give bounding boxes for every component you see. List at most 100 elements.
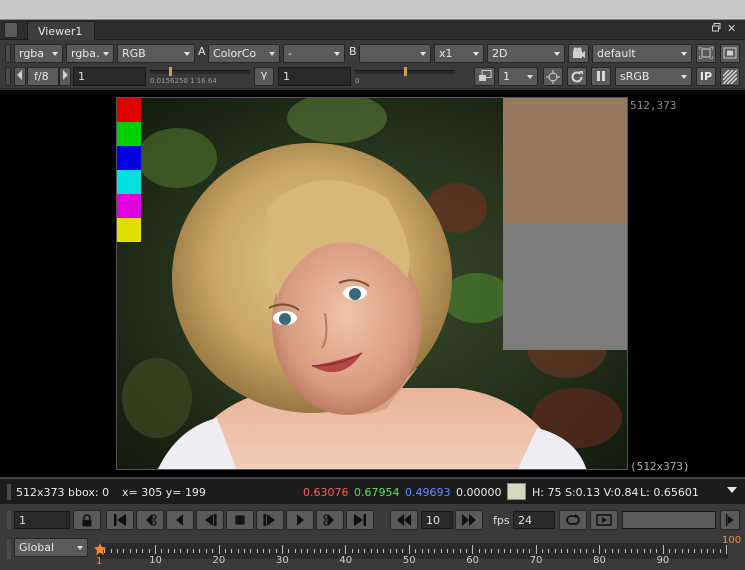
pixel-info-bar: 512x373 bbox: 0 x= 305 y= 199 0.63076 0.… — [0, 478, 745, 504]
previous-frame-icon[interactable] — [166, 510, 194, 530]
toolbar-handle — [5, 44, 11, 63]
fps-label: fps — [493, 514, 510, 527]
lock-range-icon[interactable] — [73, 510, 101, 530]
color-swatch-strip — [117, 98, 141, 242]
pause-icon[interactable] — [591, 67, 611, 86]
timeline-tick — [599, 545, 601, 554]
timeline-tick — [224, 549, 226, 553]
last-frame-icon[interactable] — [346, 510, 374, 530]
timeline-tick — [300, 549, 302, 553]
timeline-tick — [262, 549, 264, 553]
view-mode-dropdown[interactable]: 2D — [487, 44, 565, 63]
timeline-tick — [535, 545, 537, 554]
channels-dropdown[interactable]: rgba — [14, 44, 63, 63]
next-keyframe-icon[interactable] — [316, 510, 344, 530]
timeline-tick — [269, 549, 271, 553]
timeline-tick — [402, 549, 404, 553]
timeline-tick — [231, 549, 233, 553]
timeline-tick — [148, 549, 150, 553]
frame-range-mode-dropdown[interactable]: Global — [14, 538, 88, 557]
timeline-tick — [529, 549, 531, 553]
input-a-dropdown[interactable]: ColorCo — [208, 44, 280, 63]
refresh-icon[interactable] — [567, 67, 587, 86]
stop-icon[interactable] — [226, 510, 254, 530]
gamma-slider[interactable]: 0 — [355, 65, 455, 87]
crosshair-icon[interactable] — [543, 67, 563, 86]
close-icon[interactable]: ✕ — [727, 22, 736, 35]
fstop-decrease-icon[interactable] — [14, 67, 26, 86]
timeline-tick — [186, 549, 188, 553]
timeline-tick — [427, 549, 429, 553]
timeline-tick-label: 50 — [402, 555, 416, 566]
viewer-image[interactable] — [116, 97, 628, 470]
timeline-tick — [700, 549, 702, 553]
timeline-start-label: 1 — [96, 556, 103, 567]
layer-dropdown[interactable]: RGB — [117, 44, 195, 63]
current-frame-input[interactable]: 1 — [14, 511, 70, 529]
timeline-tick — [516, 549, 518, 553]
timeline-tick — [339, 549, 341, 553]
step-back-increment-icon[interactable] — [390, 510, 418, 530]
gamma-input[interactable]: 1 — [278, 67, 351, 86]
timeline-handle — [7, 539, 11, 559]
gain-input[interactable]: 1 — [73, 67, 146, 86]
roi-icon[interactable] — [696, 44, 716, 63]
overlay-panel-bottom — [503, 224, 627, 350]
timeline-tick — [155, 545, 157, 554]
timeline-tick — [288, 549, 290, 553]
input-colorspace-dropdown[interactable]: sRGB — [615, 67, 692, 86]
fstop-increase-icon[interactable] — [59, 67, 71, 86]
input-process-button[interactable]: IP — [696, 67, 716, 86]
step-forward-increment-icon[interactable] — [455, 510, 483, 530]
proxy-icon[interactable] — [474, 67, 495, 86]
play-backward-icon[interactable] — [196, 510, 224, 530]
image-format-label: (512x373) — [630, 460, 690, 473]
fps-input[interactable]: 24 — [513, 511, 555, 529]
proxy-scale-dropdown[interactable]: 1 — [498, 67, 538, 86]
timeline-tick — [472, 545, 474, 554]
viewer-lut-dropdown[interactable]: default — [592, 44, 692, 63]
fstop-display[interactable]: f/8 — [27, 67, 59, 86]
timeline-tick — [294, 549, 296, 553]
timeline-tick — [345, 545, 347, 554]
timeline-tick — [719, 549, 721, 553]
frame-increment-input[interactable]: 10 — [421, 511, 453, 529]
timeline-tick — [687, 549, 689, 553]
loop-mode-icon[interactable] — [559, 510, 587, 530]
zoom-dropdown[interactable]: x1 — [434, 44, 484, 63]
compare-operation-dropdown[interactable]: - — [283, 44, 345, 63]
timeline-bar: Global 10 20 30 40 50 60 70 80 90 1 100 — [0, 535, 745, 570]
timeline-tick — [726, 545, 727, 554]
flipbook-icon[interactable] — [590, 510, 618, 530]
timeline-tick — [250, 549, 252, 553]
pixel-red-value: 0.63076 — [303, 486, 349, 499]
input-b-dropdown[interactable] — [359, 44, 431, 63]
gain-slider[interactable]: 0.0156250 1 16 64 — [150, 65, 250, 87]
timeline-tick — [618, 549, 620, 553]
float-icon[interactable] — [712, 22, 721, 35]
timeline-tick — [142, 549, 144, 553]
timeline-tick — [326, 549, 328, 553]
info-menu-arrow-icon[interactable] — [727, 483, 737, 496]
alpha-channel-dropdown[interactable]: rgba. — [66, 44, 114, 63]
fullscreen-icon[interactable] — [720, 44, 740, 63]
gamma-label: γ — [254, 67, 274, 86]
panel-menu-grip[interactable] — [4, 22, 18, 38]
wipe-icon[interactable] — [720, 67, 740, 86]
input-a-label: A — [198, 45, 206, 58]
viewer-canvas[interactable]: 512,373 (512x373) — [0, 90, 745, 477]
timeline-expand-icon[interactable] — [720, 510, 740, 530]
format-bbox-text: 512x373 bbox: 0 — [16, 486, 110, 499]
pixel-green-value: 0.67954 — [354, 486, 400, 499]
tab-viewer1[interactable]: Viewer1 — [27, 21, 95, 40]
playback-extra-field[interactable] — [622, 511, 716, 529]
play-icon[interactable] — [286, 510, 314, 530]
previous-keyframe-icon[interactable] — [136, 510, 164, 530]
play-forward-step-icon[interactable] — [256, 510, 284, 530]
timeline-tick — [383, 549, 385, 553]
camera-icon[interactable] — [568, 44, 589, 63]
timeline-tick — [580, 549, 582, 553]
swatch-cyan — [117, 170, 141, 194]
first-frame-icon[interactable] — [106, 510, 134, 530]
timeline-tick — [332, 549, 334, 553]
